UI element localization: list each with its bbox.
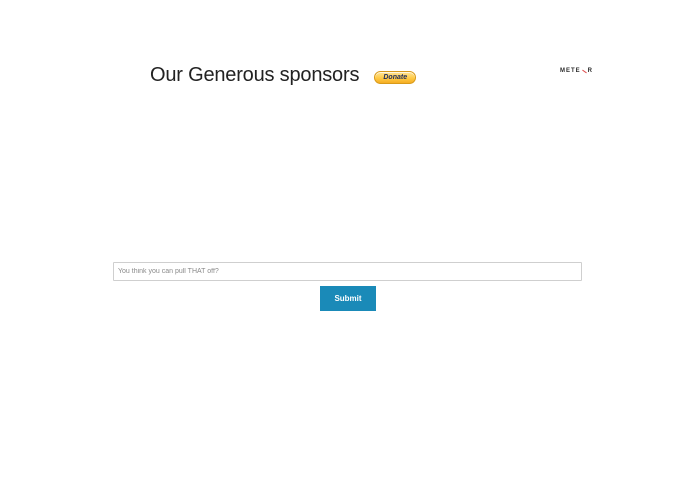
- challenge-input[interactable]: [113, 262, 582, 281]
- meteor-logo: METE R: [560, 68, 593, 74]
- sponsors-header: Our Generous sponsors Donate: [150, 64, 417, 87]
- logo-text-left: METE: [560, 68, 581, 74]
- meteor-icon: [582, 69, 587, 74]
- challenge-form: Submit: [113, 260, 582, 311]
- page: Our Generous sponsors Donate METE R Subm…: [0, 0, 695, 494]
- donate-button[interactable]: Donate: [374, 70, 417, 84]
- submit-button[interactable]: Submit: [320, 286, 376, 311]
- page-title: Our Generous sponsors: [150, 64, 360, 86]
- logo-text-right: R: [587, 68, 594, 74]
